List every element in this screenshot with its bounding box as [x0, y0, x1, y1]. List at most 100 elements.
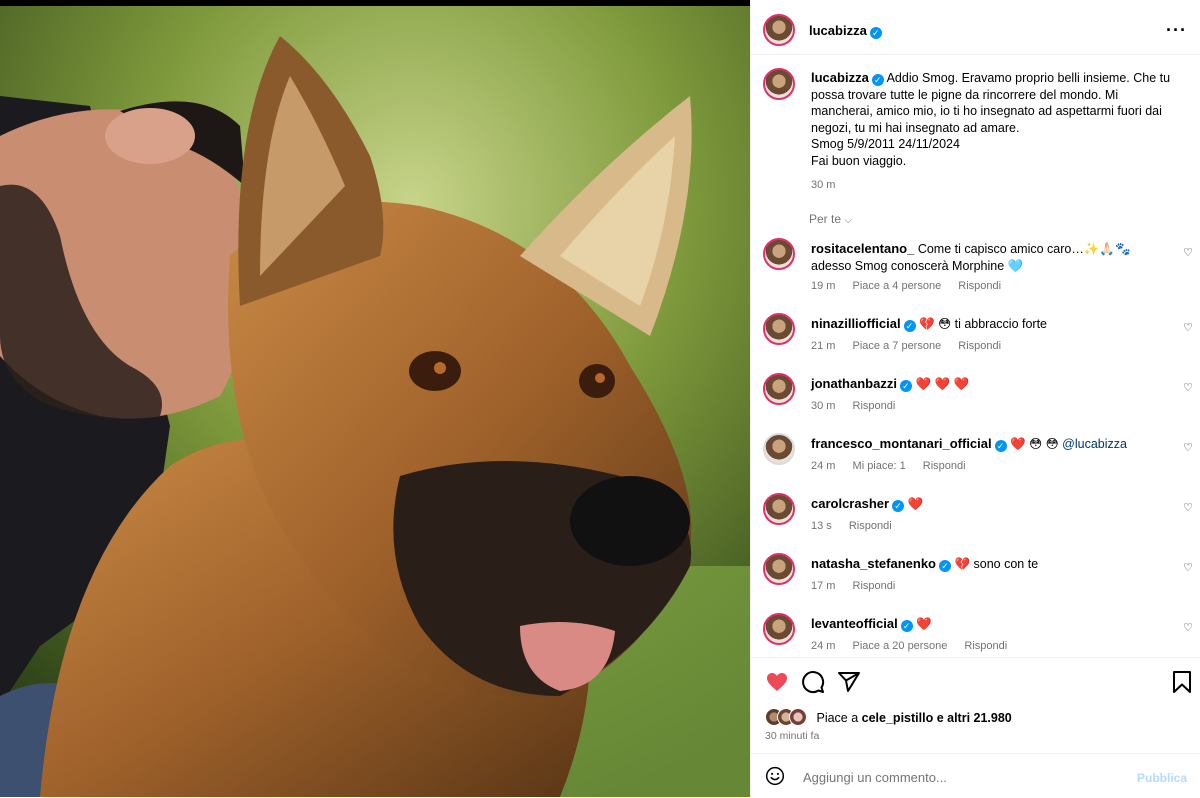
comment-time: 21 m [811, 340, 836, 352]
likes-user[interactable]: cele_pistillo [862, 711, 934, 725]
mention-link[interactable]: @lucabizza [1062, 437, 1127, 451]
like-heart-icon[interactable] [765, 670, 789, 694]
comment-meta: 24 m Mi piace: 1 Rispondi [811, 460, 980, 472]
caption-line-6: Fai buon viaggio. [811, 153, 907, 168]
verified-icon: ✓ [900, 620, 913, 632]
comment-likes[interactable]: Piace a 7 persone [853, 340, 942, 352]
comment-text: ❤️ [916, 617, 932, 631]
comment-meta: 19 m Piace a 4 persone Rispondi [811, 280, 1015, 292]
comment-time: 19 m [811, 280, 836, 292]
dog-photo-illustration [0, 6, 750, 797]
comment-item: jonathanbazzi ✓ ❤️ ❤️ ❤️ 30 m Rispondi ♡ [763, 373, 1193, 429]
reply-button[interactable]: Rispondi [958, 280, 1001, 292]
post-image [0, 6, 750, 797]
comment-meta: 30 m Rispondi [811, 400, 909, 412]
comment-item: carolcrasher ✓ ❤️ 13 s Rispondi ♡ [763, 493, 1193, 549]
author-username[interactable]: lucabizza [809, 23, 867, 38]
comment-avatar[interactable] [763, 433, 795, 465]
comment-text: Come ti capisco amico caro…✨🙏🏻🐾 [917, 242, 1131, 256]
comment-text: ❤️ 😳 😳 [1010, 437, 1063, 451]
comment-filter[interactable]: Per te ⌵ [809, 212, 852, 226]
comment-body: rositacelentano_ Come ti capisco amico c… [811, 240, 1151, 275]
comment-like-heart-icon[interactable]: ♡ [1183, 561, 1193, 574]
author-name-wrap: lucabizza ✓ [809, 22, 882, 40]
comment-username[interactable]: levanteofficial [811, 616, 898, 631]
comment-body: ninazilliofficial ✓ 💔 😳 ti abbraccio fort… [811, 315, 1151, 333]
caption-text: lucabizza ✓ Addio Smog. Eravamo proprio b… [811, 70, 1181, 194]
chevron-down-icon: ⌵ [844, 215, 852, 226]
comment-meta: 17 m Rispondi [811, 580, 909, 592]
comment-item: francesco_montanari_official ✓ ❤️ 😳 😳 @lu… [763, 433, 1193, 489]
likes-summary[interactable]: Piace a cele_pistillo e altri 21.980 [765, 708, 1012, 726]
comment-likes[interactable]: Piace a 20 persone [853, 640, 948, 652]
publish-button[interactable]: Pubblica [1137, 771, 1187, 785]
reply-button[interactable]: Rispondi [923, 460, 966, 472]
comment-text: ❤️ ❤️ ❤️ [915, 377, 970, 391]
caption-line-3: mancherai, amico mio, io ti ho insegnato… [811, 104, 1162, 118]
comment-likes[interactable]: Piace a 4 persone [853, 280, 942, 292]
comment-filter-label: Per te [809, 212, 842, 226]
comment-avatar[interactable] [763, 238, 795, 270]
caption-line-5: Smog 5/9/2011 24/11/2024 [811, 137, 960, 151]
liker-avatar [789, 708, 807, 726]
share-icon[interactable] [837, 670, 861, 694]
comment-icon[interactable] [801, 670, 825, 694]
reply-button[interactable]: Rispondi [853, 400, 896, 412]
verified-icon: ✓ [994, 440, 1007, 452]
comment-time: 17 m [811, 580, 836, 592]
caption-line-2: possa trovare tutte le pigne da rincorre… [811, 87, 1119, 102]
comment-text: ❤️ [907, 497, 924, 511]
comment-like-heart-icon[interactable]: ♡ [1183, 321, 1193, 334]
reply-button[interactable]: Rispondi [849, 520, 892, 532]
comment-avatar[interactable] [763, 553, 795, 585]
comment-like-heart-icon[interactable]: ♡ [1183, 381, 1193, 394]
comment-meta: 21 m Piace a 7 persone Rispondi [811, 340, 1015, 352]
comment-likes[interactable]: Mi piace: 1 [853, 460, 906, 472]
comment-meta: 24 m Piace a 20 persone Rispondi [811, 640, 1021, 652]
comment-time: 13 s [811, 520, 832, 532]
comment-username[interactable]: jonathanbazzi [811, 376, 897, 391]
post-time: 30 minuti fa [765, 730, 820, 742]
comment-avatar[interactable] [763, 493, 795, 525]
comment-username[interactable]: francesco_montanari_official [811, 436, 992, 451]
comment-text-2: adesso Smog conoscerà Morphine 🩵 [811, 259, 1024, 273]
comment-like-heart-icon[interactable]: ♡ [1183, 621, 1193, 634]
comment-username[interactable]: ninazilliofficial [811, 316, 901, 331]
comment-username[interactable]: natasha_stefanenko [811, 556, 936, 571]
reply-button[interactable]: Rispondi [958, 340, 1001, 352]
verified-icon: ✓ [869, 27, 882, 39]
comment-avatar[interactable] [763, 613, 795, 645]
comment-like-heart-icon[interactable]: ♡ [1183, 246, 1193, 259]
comment-username[interactable]: carolcrasher [811, 496, 889, 511]
caption-time: 30 m [811, 179, 836, 191]
likes-suffix[interactable]: e altri 21.980 [933, 711, 1012, 725]
emoji-icon[interactable] [765, 766, 785, 786]
comment-meta: 13 s Rispondi [811, 520, 906, 532]
comment-input[interactable] [801, 764, 1125, 790]
comment-item: rositacelentano_ Come ti capisco amico c… [763, 238, 1193, 294]
comment-item: ninazilliofficial ✓ 💔 😳 ti abbraccio fort… [763, 313, 1193, 369]
comment-avatar[interactable] [763, 313, 795, 345]
comment-text: 💔 sono con te [954, 557, 1039, 571]
author-avatar[interactable] [763, 14, 795, 46]
verified-icon: ✓ [939, 560, 951, 572]
caption-line-4: negozi, tu mi hai insegnato ad amare. [811, 120, 1020, 135]
post-header: lucabizza ✓ ··· [751, 6, 1200, 55]
verified-icon: ✓ [892, 500, 905, 512]
comment-username[interactable]: rositacelentano_ [811, 241, 914, 256]
comment-avatar[interactable] [763, 373, 795, 405]
comment-body: natasha_stefanenko ✓ 💔 sono con te [811, 555, 1151, 573]
comment-like-heart-icon[interactable]: ♡ [1183, 501, 1193, 514]
caption-line-1: lucabizza ✓ Addio Smog. Eravamo proprio b… [811, 70, 1181, 87]
comment-body: levanteofficial ✓ ❤️ [811, 615, 1151, 633]
verified-icon: ✓ [899, 380, 912, 392]
caption-username[interactable]: lucabizza [811, 70, 869, 85]
bookmark-icon[interactable] [1171, 670, 1193, 694]
caption-text-1: Addio Smog. Eravamo proprio belli insiem… [886, 71, 1171, 85]
reply-button[interactable]: Rispondi [853, 580, 896, 592]
comment-like-heart-icon[interactable]: ♡ [1183, 441, 1193, 454]
caption-avatar[interactable] [763, 68, 795, 100]
reply-button[interactable]: Rispondi [964, 640, 1007, 652]
more-options-icon[interactable]: ··· [1166, 20, 1187, 41]
post-actions: Piace a cele_pistillo e altri 21.980 30 … [751, 657, 1200, 754]
